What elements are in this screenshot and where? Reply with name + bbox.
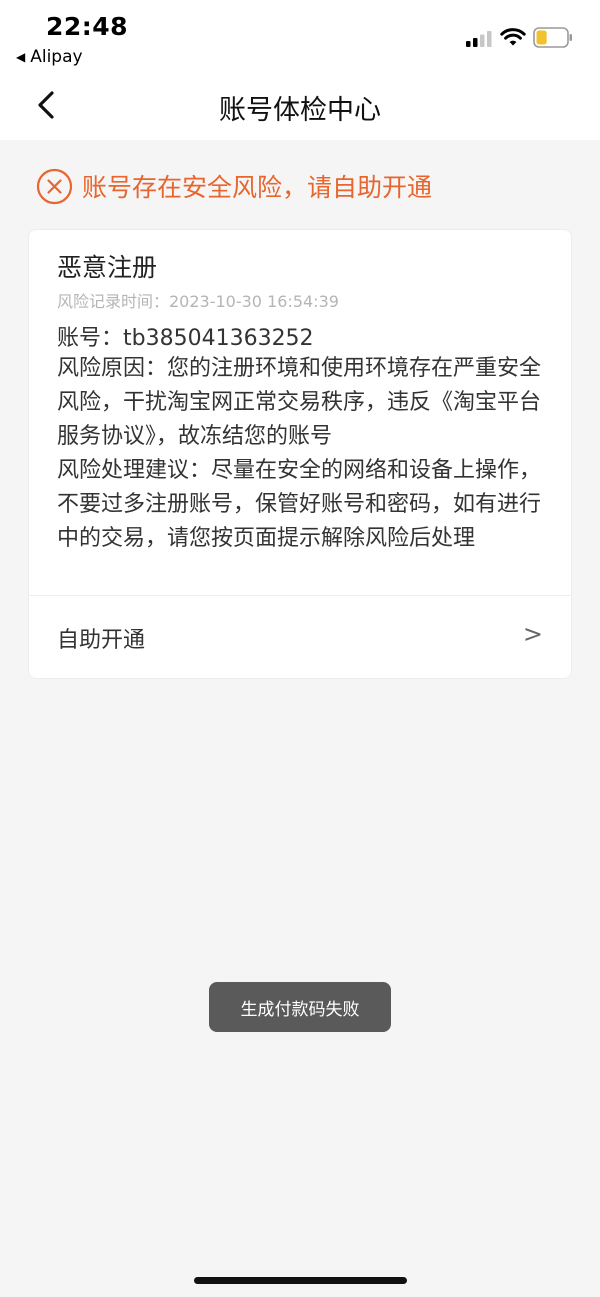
risk-details: 风险原因：您的注册环境和使用环境存在严重安全风险，干扰淘宝网正常交易秩序，违反《… bbox=[57, 352, 552, 556]
risk-suggestion: 风险处理建议：尽量在安全的网络和设备上操作，不要过多注册账号，保管好账号和密码，… bbox=[57, 458, 542, 551]
risk-card: 恶意注册 风险记录时间：2023-10-30 16:54:39 账号：tb385… bbox=[28, 229, 572, 679]
risk-alert: 账号存在安全风险，请自助开通 bbox=[36, 166, 432, 206]
self-service-unlock-label: 自助开通 bbox=[57, 628, 146, 653]
back-to-app-link[interactable]: ◀ Alipay bbox=[16, 47, 83, 67]
alert-text: 账号存在安全风险，请自助开通 bbox=[82, 173, 433, 202]
back-app-label: Alipay bbox=[30, 47, 83, 67]
signal-icon bbox=[466, 31, 492, 47]
back-triangle-icon: ◀ bbox=[16, 50, 26, 64]
status-time: 22:48 bbox=[46, 12, 129, 41]
nav-bar: 账号体检中心 bbox=[0, 70, 600, 140]
chevron-left-icon[interactable] bbox=[32, 88, 62, 122]
risk-reason: 风险原因：您的注册环境和使用环境存在严重安全风险，干扰淘宝网正常交易秩序，违反《… bbox=[57, 356, 542, 449]
account-id: 账号：tb385041363252 bbox=[57, 326, 314, 351]
self-service-unlock-row[interactable]: 自助开通 > bbox=[29, 596, 571, 679]
toast-message: 生成付款码失败 bbox=[209, 982, 391, 1032]
close-circle-icon bbox=[36, 168, 73, 204]
page-title: 账号体检中心 bbox=[219, 95, 381, 126]
risk-title: 恶意注册 bbox=[57, 253, 158, 282]
wifi-icon bbox=[500, 28, 526, 46]
battery-icon bbox=[533, 27, 572, 48]
risk-record-time: 风险记录时间：2023-10-30 16:54:39 bbox=[57, 292, 339, 311]
status-bar: 22:48 ◀ Alipay bbox=[0, 0, 600, 70]
home-indicator[interactable] bbox=[194, 1277, 407, 1284]
chevron-right-icon: > bbox=[522, 620, 543, 648]
